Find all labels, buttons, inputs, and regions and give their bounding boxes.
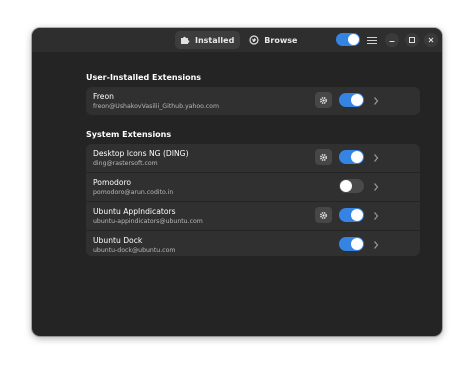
maximize-button[interactable] — [405, 33, 419, 47]
extension-name: Pomodoro — [93, 178, 132, 187]
puzzle-icon — [180, 35, 190, 45]
chevron-right-icon[interactable] — [373, 153, 379, 163]
extension-name: Ubuntu Dock — [93, 236, 143, 245]
chevron-right-icon[interactable] — [373, 182, 379, 192]
extension-toggle[interactable] — [339, 150, 364, 164]
user-extensions-list: Freon freon@UshakovVasilii_Github.yahoo.… — [86, 87, 420, 115]
view-switcher: Installed Browse — [175, 31, 303, 49]
gear-icon — [320, 96, 327, 104]
extension-name: Ubuntu AppIndicators — [93, 207, 176, 216]
gear-icon — [320, 211, 327, 219]
close-button[interactable] — [424, 33, 438, 47]
hamburger-menu-icon[interactable] — [367, 34, 377, 46]
headerbar: Installed Browse — [32, 28, 442, 52]
maximize-icon — [409, 37, 415, 43]
extension-toggle[interactable] — [339, 93, 364, 107]
tab-browse-label: Browse — [264, 35, 298, 45]
extension-row-ubuntu-dock[interactable]: Ubuntu Dock ubuntu-dock@ubuntu.com — [86, 230, 420, 256]
tab-installed-label: Installed — [195, 35, 235, 45]
extension-uuid: ding@rastersoft.com — [93, 160, 158, 167]
extension-toggle[interactable] — [339, 237, 364, 251]
settings-button[interactable] — [315, 207, 332, 223]
extension-name: Freon — [93, 92, 114, 101]
extension-toggle[interactable] — [339, 208, 364, 222]
system-extensions-heading: System Extensions — [86, 130, 172, 139]
globe-icon — [249, 35, 259, 45]
extension-toggle[interactable] — [339, 179, 364, 193]
extension-manager-window: Installed Browse User-Installed Extensio… — [32, 28, 442, 336]
extension-row-appindicators[interactable]: Ubuntu AppIndicators ubuntu-appindicator… — [86, 201, 420, 230]
tab-installed[interactable]: Installed — [175, 31, 241, 49]
minimize-icon — [389, 41, 395, 42]
extension-row-freon[interactable]: Freon freon@UshakovVasilii_Github.yahoo.… — [86, 87, 420, 115]
settings-button[interactable] — [315, 92, 332, 108]
close-icon — [428, 37, 434, 43]
system-extensions-list: Desktop Icons NG (DING) ding@rastersoft.… — [86, 144, 420, 256]
global-extensions-toggle[interactable] — [336, 33, 360, 46]
extension-row-pomodoro[interactable]: Pomodoro pomodoro@arun.codito.in — [86, 172, 420, 201]
user-extensions-heading: User-Installed Extensions — [86, 73, 202, 82]
chevron-right-icon[interactable] — [373, 96, 379, 106]
chevron-right-icon[interactable] — [373, 240, 379, 250]
gear-icon — [320, 153, 327, 161]
minimize-button[interactable] — [385, 33, 399, 47]
extension-name: Desktop Icons NG (DING) — [93, 149, 189, 158]
extension-uuid: freon@UshakovVasilii_Github.yahoo.com — [93, 103, 219, 110]
tab-browse[interactable]: Browse — [244, 31, 303, 49]
extension-uuid: ubuntu-appindicators@ubuntu.com — [93, 218, 203, 225]
settings-button[interactable] — [315, 149, 332, 165]
extension-uuid: pomodoro@arun.codito.in — [93, 189, 174, 196]
toggle-knob — [348, 34, 359, 45]
extension-uuid: ubuntu-dock@ubuntu.com — [93, 247, 176, 254]
chevron-right-icon[interactable] — [373, 211, 379, 221]
extension-row-ding[interactable]: Desktop Icons NG (DING) ding@rastersoft.… — [86, 144, 420, 172]
